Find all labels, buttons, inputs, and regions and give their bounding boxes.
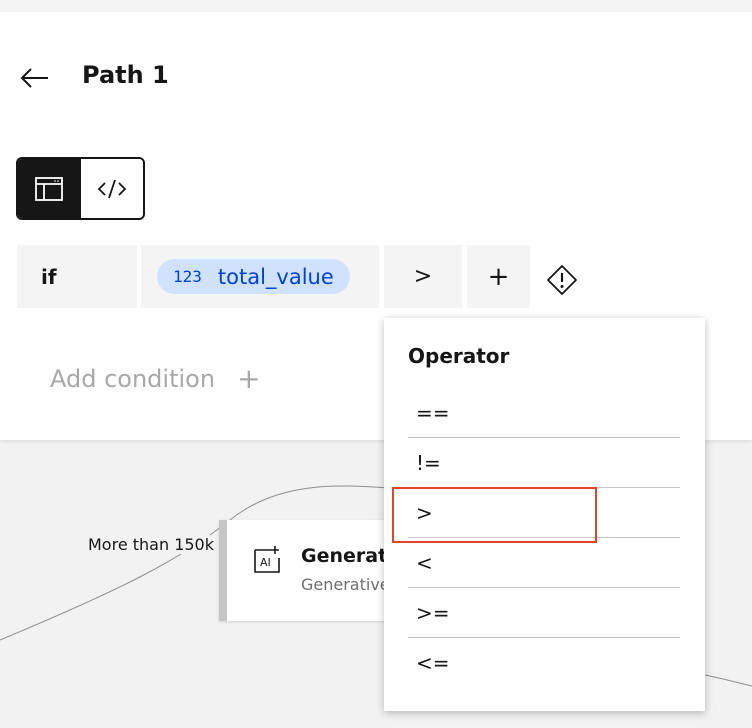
operator-option-lt[interactable]: < [408,538,680,588]
code-icon [97,179,127,198]
dropdown-title: Operator [408,344,510,368]
operator-option-gte[interactable]: >= [408,588,680,638]
condition-keyword: if [17,245,137,308]
number-type-icon: 123 [173,267,202,286]
add-condition-label: Add condition [50,364,216,393]
operator-dropdown: Operator == != > < >= <= [384,318,705,711]
page-title: Path 1 [82,61,169,89]
operator-select[interactable]: > [384,245,462,308]
edge-label: More than 150k [86,535,216,554]
operator-option-eq[interactable]: == [408,388,680,438]
window-icon [35,176,64,201]
variable-pill[interactable]: 123 total_value [157,259,350,294]
warning-diamond-icon [547,265,577,295]
operator-option-lte[interactable]: <= [408,638,680,688]
ai-generate-icon: AI [254,546,280,573]
top-strip [0,0,752,12]
operator-list: == != > < >= <= [392,388,680,688]
visual-mode-button[interactable] [18,159,81,218]
variable-name: total_value [217,264,334,289]
svg-text:AI: AI [260,556,271,569]
arrow-left-icon [20,68,48,88]
back-button[interactable] [16,60,52,96]
add-operand-button[interactable]: + [467,245,530,308]
add-condition-button[interactable]: Add condition + [50,362,261,395]
add-icon: + [237,362,261,395]
operator-option-neq[interactable]: != [408,438,680,488]
code-mode-button[interactable] [80,159,143,218]
condition-variable-cell[interactable]: 123 total_value [141,245,379,308]
operator-option-gt[interactable]: > [392,487,680,543]
view-mode-toggle [16,157,145,220]
